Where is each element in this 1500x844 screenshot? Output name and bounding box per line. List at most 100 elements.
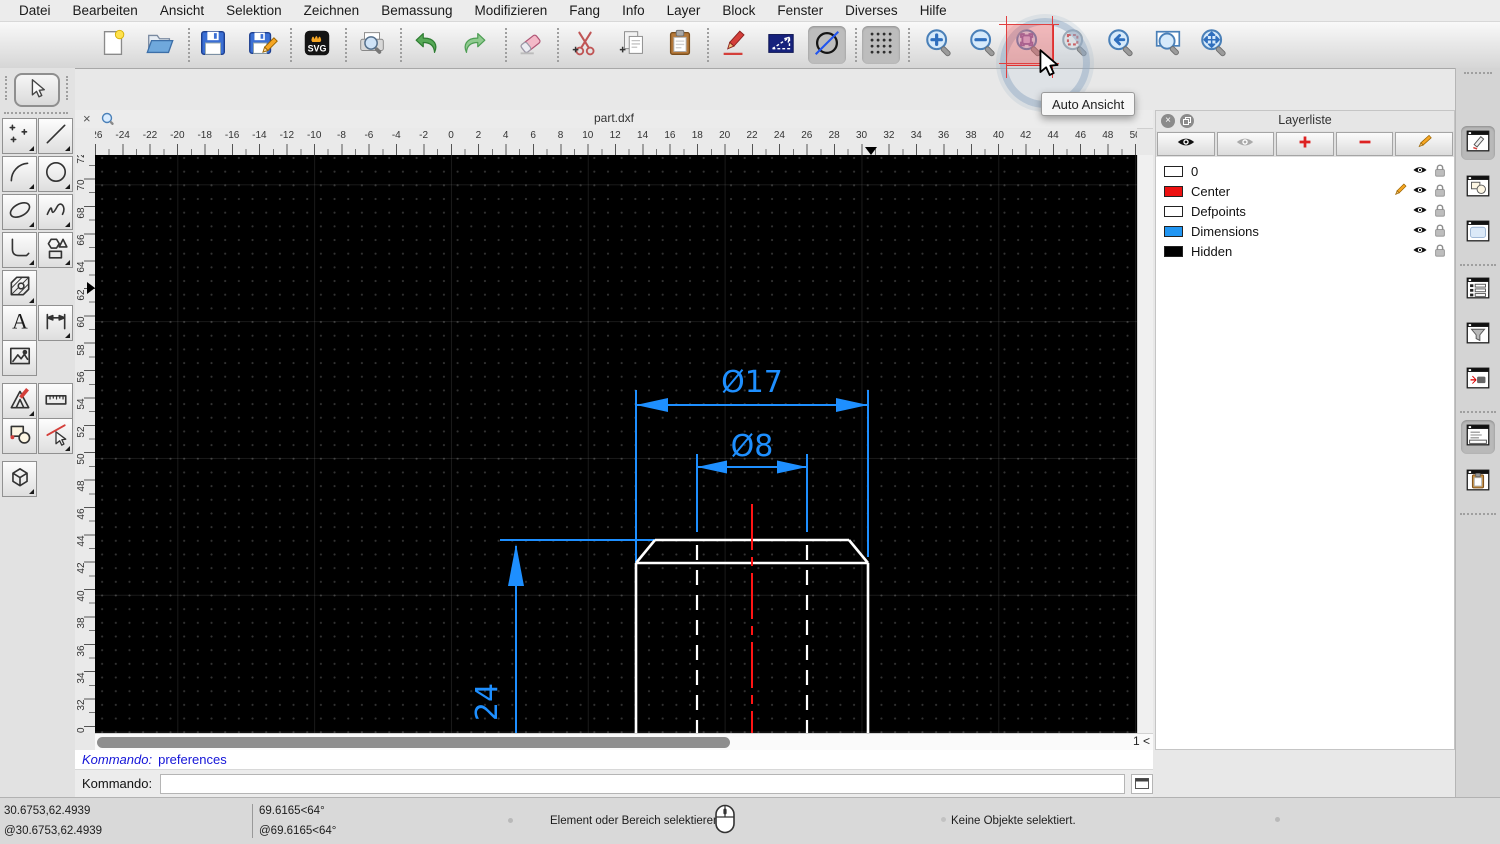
clipboard-panel-button[interactable] bbox=[1461, 465, 1495, 499]
menu-diverses[interactable]: Diverses bbox=[834, 3, 909, 18]
menu-bemassung[interactable]: Bemassung bbox=[370, 3, 463, 18]
scrollbar-thumb[interactable] bbox=[97, 737, 730, 748]
tool-dimension[interactable] bbox=[38, 305, 73, 341]
tool-hatch[interactable] bbox=[2, 270, 37, 306]
measure-icon bbox=[43, 386, 69, 417]
layer-lock-icon[interactable] bbox=[1432, 203, 1448, 220]
zoom-auto-button[interactable] bbox=[1010, 26, 1048, 64]
menu-bearbeiten[interactable]: Bearbeiten bbox=[62, 3, 149, 18]
command-input[interactable] bbox=[160, 773, 1126, 794]
zoom-in-button[interactable] bbox=[920, 26, 958, 64]
save-as-button[interactable] bbox=[243, 26, 281, 64]
layer-color-swatch[interactable] bbox=[1164, 225, 1183, 237]
folder-open-button[interactable] bbox=[141, 26, 179, 64]
menu-hilfe[interactable]: Hilfe bbox=[909, 3, 958, 18]
tool-spline[interactable] bbox=[38, 194, 73, 230]
layer-color-swatch[interactable] bbox=[1164, 165, 1183, 177]
layer-color-swatch[interactable] bbox=[1164, 245, 1183, 257]
h-ruler-label: 22 bbox=[746, 130, 758, 141]
tool-viewport-3d[interactable] bbox=[2, 461, 37, 497]
menu-fenster[interactable]: Fenster bbox=[766, 3, 834, 18]
layer-visible-eye-icon[interactable] bbox=[1412, 163, 1428, 180]
tool-ellipse[interactable] bbox=[2, 194, 37, 230]
paste-button[interactable] bbox=[661, 26, 699, 64]
menu-modifizieren[interactable]: Modifizieren bbox=[464, 3, 559, 18]
zoom-selection-button[interactable] bbox=[1056, 26, 1094, 64]
print-preview-button[interactable] bbox=[353, 26, 391, 64]
file-new-button[interactable] bbox=[94, 26, 132, 64]
show-all-layers-button[interactable] bbox=[1157, 132, 1215, 156]
linetype-button[interactable] bbox=[808, 26, 846, 64]
redo-button[interactable] bbox=[455, 26, 493, 64]
tool-image[interactable] bbox=[2, 340, 37, 376]
layer-list-panel-button[interactable] bbox=[1461, 126, 1495, 160]
layer-row-center[interactable]: Center bbox=[1156, 181, 1454, 201]
edit-layer-button[interactable] bbox=[1395, 132, 1453, 156]
menu-datei[interactable]: Datei bbox=[8, 3, 62, 18]
zoom-previous-button[interactable] bbox=[1102, 26, 1140, 64]
cut-button[interactable] bbox=[566, 26, 604, 64]
ortho-button[interactable] bbox=[762, 26, 800, 64]
horizontal-scrollbar[interactable] bbox=[95, 733, 1117, 750]
pointer-tool-button[interactable] bbox=[14, 73, 60, 107]
command-widget-panel-button[interactable] bbox=[1461, 363, 1495, 397]
menu-fang[interactable]: Fang bbox=[558, 3, 611, 18]
layer-visible-eye-icon[interactable] bbox=[1412, 183, 1428, 200]
tool-text[interactable]: A bbox=[2, 305, 37, 341]
property-editor-panel-button[interactable] bbox=[1461, 273, 1495, 307]
grid-button[interactable] bbox=[862, 26, 900, 64]
tool-points[interactable] bbox=[2, 118, 37, 154]
layer-row-dimensions[interactable]: Dimensions bbox=[1156, 221, 1454, 241]
selection-filter-panel-button[interactable] bbox=[1461, 318, 1495, 352]
layer-visible-eye-icon[interactable] bbox=[1412, 243, 1428, 260]
layer-lock-icon[interactable] bbox=[1432, 183, 1448, 200]
tool-arc[interactable] bbox=[2, 156, 37, 192]
copy-button[interactable] bbox=[614, 26, 652, 64]
vertical-scrollbar[interactable] bbox=[1137, 155, 1153, 733]
undo-button[interactable] bbox=[408, 26, 446, 64]
layer-row-hidden[interactable]: Hidden bbox=[1156, 241, 1454, 261]
layer-list-panel-icon bbox=[1464, 127, 1492, 160]
dock-handle[interactable] bbox=[5, 76, 7, 100]
zoom-out-button[interactable] bbox=[964, 26, 1002, 64]
layer-visible-eye-icon[interactable] bbox=[1412, 223, 1428, 240]
tool-polyline[interactable] bbox=[2, 232, 37, 268]
tool-line[interactable] bbox=[38, 118, 73, 154]
menu-block[interactable]: Block bbox=[711, 3, 766, 18]
library-browser-panel-button[interactable] bbox=[1461, 216, 1495, 250]
layer-row-0[interactable]: 0 bbox=[1156, 161, 1454, 181]
hide-all-layers-button[interactable] bbox=[1216, 132, 1275, 156]
add-layer-button[interactable] bbox=[1276, 132, 1334, 156]
layer-row-defpoints[interactable]: Defpoints bbox=[1156, 201, 1454, 221]
command-detach-button[interactable] bbox=[1131, 773, 1153, 794]
tool-blocks[interactable] bbox=[2, 418, 37, 454]
tool-measure[interactable] bbox=[38, 383, 73, 419]
eraser-button[interactable] bbox=[511, 26, 549, 64]
drawing-canvas[interactable]: Ø17 Ø8 24 bbox=[95, 155, 1137, 733]
save-button[interactable] bbox=[194, 26, 232, 64]
layer-color-swatch[interactable] bbox=[1164, 205, 1183, 217]
menu-ansicht[interactable]: Ansicht bbox=[149, 3, 215, 18]
command-line-panel-button[interactable] bbox=[1461, 420, 1495, 454]
tool-shapes[interactable] bbox=[38, 232, 73, 268]
dock-handle[interactable] bbox=[1464, 72, 1492, 74]
pan-button[interactable] bbox=[1195, 26, 1233, 64]
layer-lock-icon[interactable] bbox=[1432, 223, 1448, 240]
menu-layer[interactable]: Layer bbox=[656, 3, 712, 18]
menu-info[interactable]: Info bbox=[611, 3, 656, 18]
dock-handle[interactable] bbox=[66, 76, 68, 100]
block-list-panel-button[interactable] bbox=[1461, 171, 1495, 205]
layer-lock-icon[interactable] bbox=[1432, 163, 1448, 180]
layer-color-swatch[interactable] bbox=[1164, 185, 1183, 197]
menu-selektion[interactable]: Selektion bbox=[215, 3, 293, 18]
pencil-button[interactable] bbox=[715, 26, 753, 64]
layer-visible-eye-icon[interactable] bbox=[1412, 203, 1428, 220]
tool-select-lines[interactable] bbox=[38, 418, 73, 454]
svg-export-button[interactable]: SVG bbox=[298, 26, 336, 64]
layer-lock-icon[interactable] bbox=[1432, 243, 1448, 260]
zoom-window-button[interactable] bbox=[1149, 26, 1187, 64]
remove-layer-button[interactable] bbox=[1335, 132, 1394, 156]
tool-circle[interactable] bbox=[38, 156, 73, 192]
tool-modify[interactable] bbox=[2, 383, 37, 419]
menu-zeichnen[interactable]: Zeichnen bbox=[293, 3, 371, 18]
